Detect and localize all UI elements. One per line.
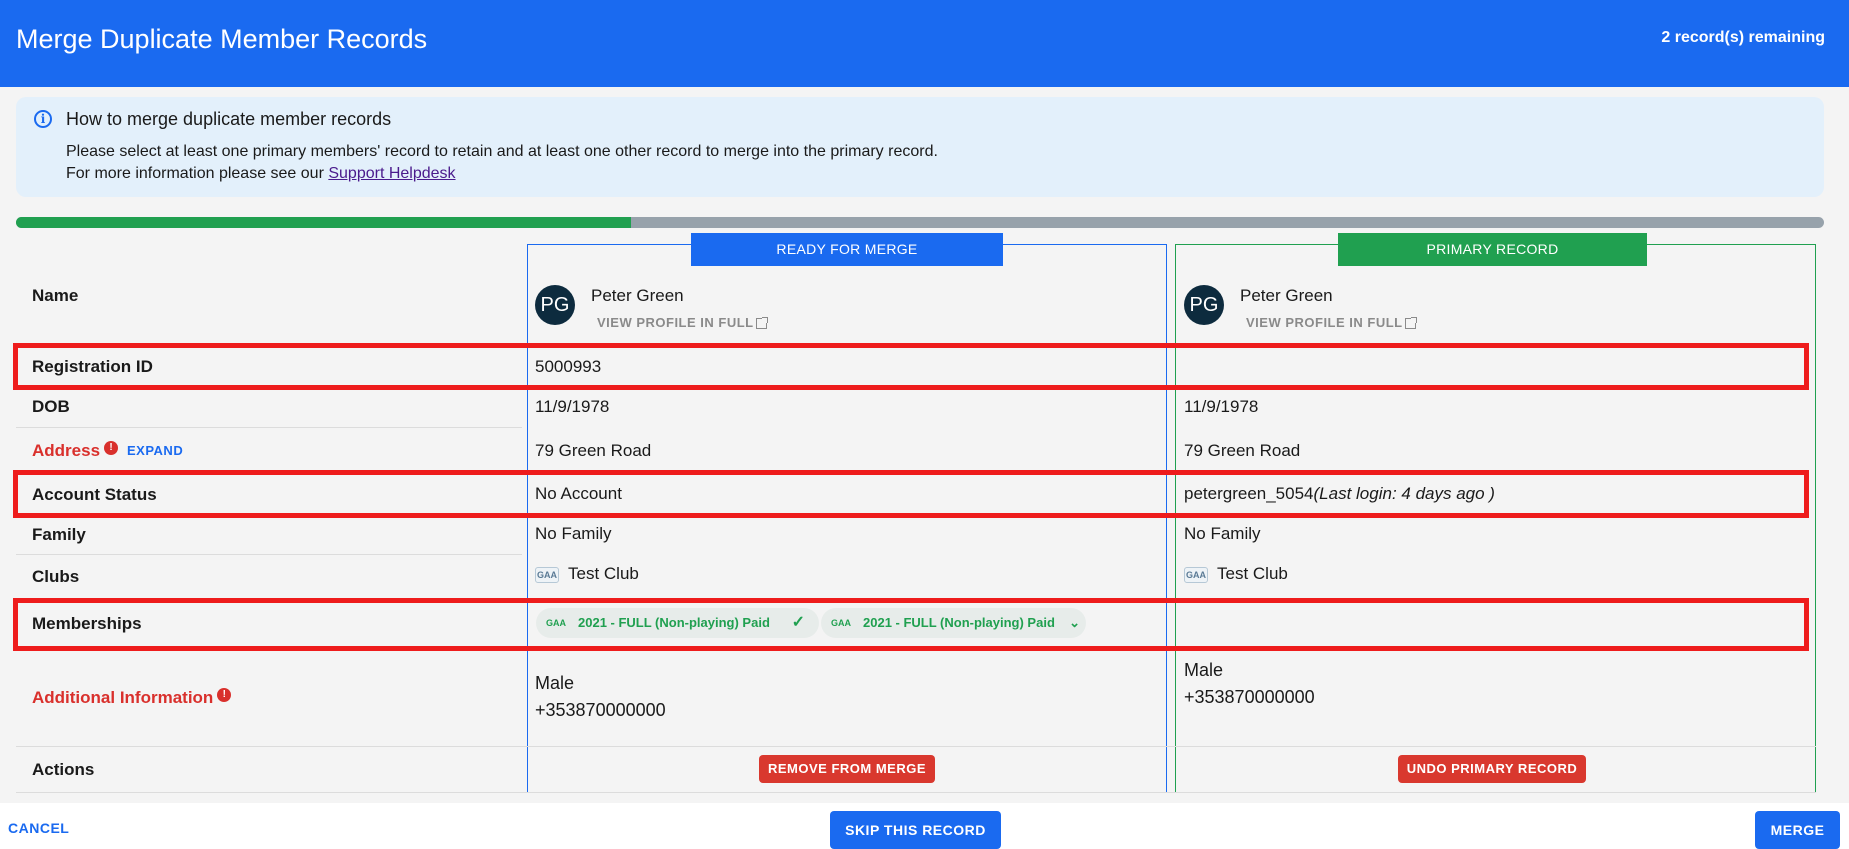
label-memberships: Memberships: [32, 614, 142, 633]
merge-button[interactable]: MERGE: [1755, 811, 1840, 849]
warning-icon: !: [104, 441, 119, 455]
row-divider: [16, 427, 522, 428]
primary-record-tag: PRIMARY RECORD: [1338, 233, 1647, 266]
label-account-status: Account Status: [32, 485, 157, 504]
info-banner: i How to merge duplicate member records …: [16, 97, 1824, 197]
info-more-prefix: For more information please see our: [66, 165, 329, 182]
label-registration-id: Registration ID: [32, 357, 153, 376]
support-helpdesk-link[interactable]: Support Helpdesk: [328, 165, 455, 182]
primary-gender: Male: [1184, 660, 1224, 680]
app-header: Merge Duplicate Member Records 2 record(…: [0, 0, 1849, 87]
last-login: (Last login: 4 days ago ): [1313, 484, 1495, 503]
label-address: Address!: [32, 441, 119, 461]
label-additional-information: Additional Information!: [32, 688, 232, 708]
progress-fill: [16, 217, 631, 228]
primary-member-name: Peter Green: [1240, 286, 1333, 305]
club-logo-icon: GAA: [535, 566, 559, 583]
primary-address: 79 Green Road: [1184, 441, 1301, 460]
view-profile-link[interactable]: VIEW PROFILE IN FULL: [597, 315, 768, 330]
label-family: Family: [32, 525, 86, 544]
view-profile-label: VIEW PROFILE IN FULL: [1246, 315, 1403, 330]
remove-from-merge-button[interactable]: REMOVE FROM MERGE: [759, 755, 935, 783]
external-link-icon: [755, 317, 768, 329]
label-clubs: Clubs: [32, 567, 80, 586]
primary-dob: 11/9/1978: [1184, 397, 1259, 416]
row-divider: [16, 792, 1816, 793]
membership-label: 2021 - FULL (Non-playing) Paid: [578, 615, 770, 630]
merge-gender: Male: [535, 673, 575, 693]
merge-progress-bar: [16, 217, 1824, 228]
page-title: Merge Duplicate Member Records: [16, 24, 428, 54]
chevron-down-icon: ⌄: [1069, 615, 1080, 630]
label-actions: Actions: [32, 760, 95, 779]
address-expand-button[interactable]: EXPAND: [127, 443, 183, 458]
ready-for-merge-tag: READY FOR MERGE: [691, 233, 1003, 266]
primary-club: GAA Test Club: [1184, 564, 1288, 584]
merge-member-name: Peter Green: [591, 286, 684, 305]
info-more: For more information please see our Supp…: [66, 165, 456, 183]
account-username: petergreen_5054: [1184, 484, 1314, 503]
avatar: PG: [535, 285, 575, 325]
merge-address: 79 Green Road: [535, 441, 652, 460]
membership-chip[interactable]: GAA 2021 - FULL (Non-playing) Paid ✓: [536, 608, 819, 638]
club-logo-icon: GAA: [831, 618, 851, 628]
undo-primary-record-button[interactable]: UNDO PRIMARY RECORD: [1398, 755, 1586, 783]
membership-label: 2021 - FULL (Non-playing) Paid: [863, 615, 1055, 630]
merge-phone: +353870000000: [535, 700, 666, 720]
records-remaining: 2 record(s) remaining: [1661, 29, 1825, 46]
row-divider: [16, 554, 522, 555]
primary-account-status: petergreen_5054(Last login: 4 days ago ): [1184, 484, 1495, 504]
footer-bar: CANCEL SKIP THIS RECORD MERGE: [0, 803, 1849, 849]
additional-info-label-text: Additional Information: [32, 688, 214, 707]
primary-family: No Family: [1184, 524, 1261, 543]
info-title: How to merge duplicate member records: [66, 109, 392, 129]
external-link-icon: [1404, 317, 1417, 329]
view-profile-link[interactable]: VIEW PROFILE IN FULL: [1246, 315, 1417, 330]
avatar: PG: [1184, 285, 1224, 325]
label-name: Name: [32, 286, 79, 305]
merge-registration-id: 5000993: [535, 357, 602, 376]
merge-club: GAA Test Club: [535, 564, 639, 584]
merge-dob: 11/9/1978: [535, 397, 610, 416]
view-profile-label: VIEW PROFILE IN FULL: [597, 315, 754, 330]
merge-family: No Family: [535, 524, 612, 543]
check-icon: ✓: [791, 614, 805, 631]
row-divider: [16, 746, 1816, 747]
club-logo-icon: GAA: [546, 618, 566, 628]
cancel-button[interactable]: CANCEL: [8, 820, 69, 836]
warning-icon: !: [217, 688, 232, 702]
club-name: Test Club: [1217, 564, 1288, 583]
club-logo-icon: GAA: [1184, 566, 1208, 583]
info-icon: i: [34, 110, 52, 128]
merge-account-status: No Account: [535, 484, 622, 503]
membership-chip[interactable]: GAA 2021 - FULL (Non-playing) Paid ⌄: [821, 608, 1086, 638]
club-name: Test Club: [568, 564, 639, 583]
info-text: Please select at least one primary membe…: [66, 143, 938, 160]
primary-phone: +353870000000: [1184, 687, 1315, 707]
address-label-text: Address: [32, 441, 101, 460]
skip-record-button[interactable]: SKIP THIS RECORD: [830, 811, 1001, 849]
label-dob: DOB: [32, 397, 70, 416]
